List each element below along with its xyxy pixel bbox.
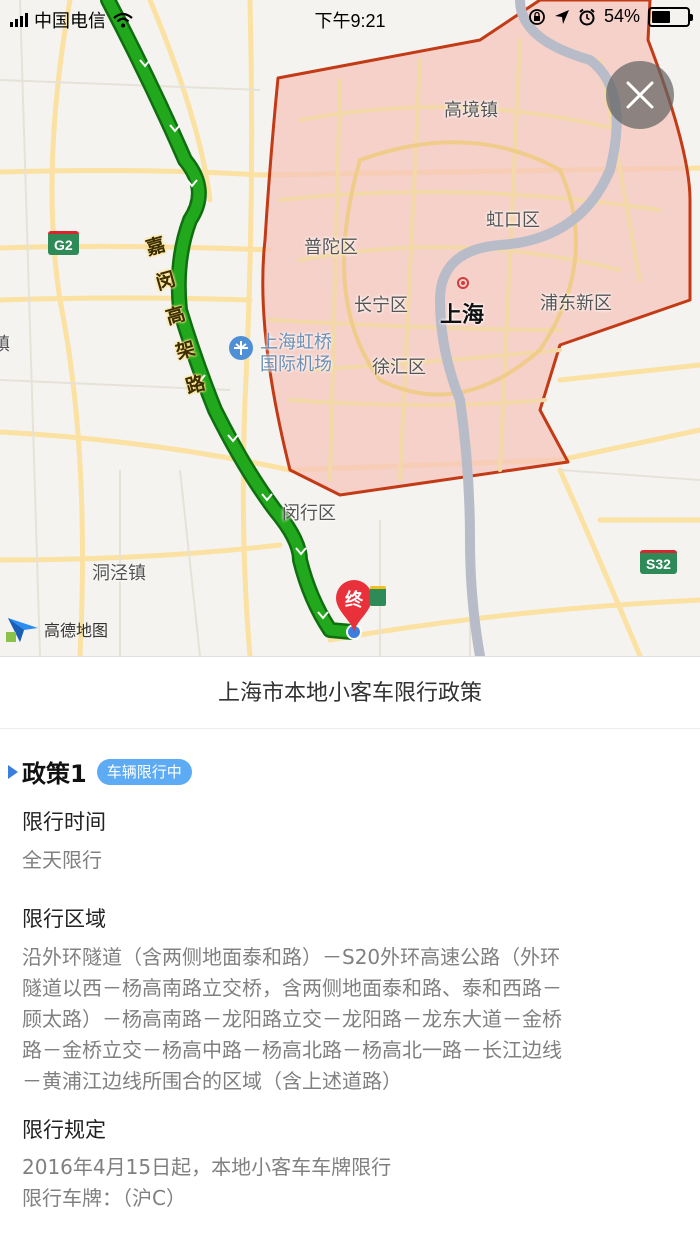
status-badge: 车辆限行中 xyxy=(96,758,192,785)
area-line: 顾太路）－杨高南路－龙阳路立交－龙阳路－龙东大道－金桥 xyxy=(22,1007,562,1031)
highway-shield-s32: S32 xyxy=(640,550,677,574)
battery-icon xyxy=(648,6,693,27)
close-button[interactable] xyxy=(606,61,674,129)
section-body-rule: 2016年4月15日起，本地小客车车牌限行 限行车牌：（沪C） xyxy=(22,1152,682,1214)
close-icon xyxy=(626,81,654,109)
section-title-area: 限行区域 xyxy=(22,907,106,931)
map-label-changning: 长宁区 xyxy=(354,295,408,316)
map-label-hongqiao-2: 国际机场 xyxy=(260,354,332,375)
policy-panel: 上海市本地小客车限行政策 政策1 车辆限行中 限行时间 全天限行 限行区域 沿外… xyxy=(0,656,700,1244)
poi-icon xyxy=(370,586,386,606)
map-label-edge: 镇 xyxy=(0,334,10,355)
airport-icon xyxy=(229,336,253,360)
area-line: －黄浦江边线所围合的区域（含上述道路） xyxy=(22,1069,402,1093)
map-label-hongkou: 虹口区 xyxy=(486,210,540,231)
amap-logo: 高德地图 xyxy=(6,614,108,644)
map-canvas xyxy=(0,0,700,656)
alarm-icon xyxy=(579,8,595,25)
area-line: 路－金桥立交－杨高中路－杨高北路－杨高北一路－长江边线 xyxy=(22,1038,562,1062)
map-label-shanghai: 上海 xyxy=(440,303,485,328)
end-marker[interactable]: 终 xyxy=(334,578,374,636)
map-label-dongjing: 洞泾镇 xyxy=(92,563,146,584)
map-view[interactable]: 高境镇 虹口区 普陀区 长宁区 上海 浦东新区 徐汇区 上海虹桥 国际机场 闵行… xyxy=(0,0,700,656)
rule-line: 2016年4月15日起，本地小客车车牌限行 xyxy=(22,1155,392,1179)
battery-percent: 54% xyxy=(603,6,640,26)
location-arrow-icon xyxy=(554,9,569,24)
section-body-time: 全天限行 xyxy=(22,848,102,872)
policy-header[interactable]: 政策1 车辆限行中 xyxy=(8,754,192,789)
highway-shield-g2: G2 xyxy=(48,231,79,255)
area-line: 沿外环隧道（含两侧地面泰和路）－S20外环高速公路（外环 xyxy=(22,945,561,969)
map-label-putuo: 普陀区 xyxy=(304,237,358,258)
status-bar: 中国电信 下午9:21 54% xyxy=(0,0,700,36)
rule-line: 限行车牌：（沪C） xyxy=(22,1186,186,1210)
section-body-area: 沿外环隧道（含两侧地面泰和路）－S20外环高速公路（外环 隧道以西－杨高南路立交… xyxy=(22,942,682,1097)
area-line: 隧道以西－杨高南路立交桥，含两侧地面泰和路、泰和西路－ xyxy=(22,976,562,1000)
lock-rotation-icon xyxy=(529,8,545,25)
map-label-pudong: 浦东新区 xyxy=(540,293,612,314)
map-label-gaojing: 高境镇 xyxy=(444,100,498,121)
panel-title: 上海市本地小客车限行政策 xyxy=(0,656,700,729)
triangle-right-icon xyxy=(8,764,18,779)
end-marker-label: 终 xyxy=(345,590,363,611)
section-title-rule: 限行规定 xyxy=(22,1118,106,1142)
section-title-time: 限行时间 xyxy=(22,810,106,834)
map-label-minhang: 闵行区 xyxy=(282,503,336,524)
amap-logo-text: 高德地图 xyxy=(44,621,109,640)
map-label-xuhui: 徐汇区 xyxy=(372,357,426,378)
policy-name: 政策1 xyxy=(22,760,87,788)
amap-logo-icon xyxy=(6,618,38,642)
